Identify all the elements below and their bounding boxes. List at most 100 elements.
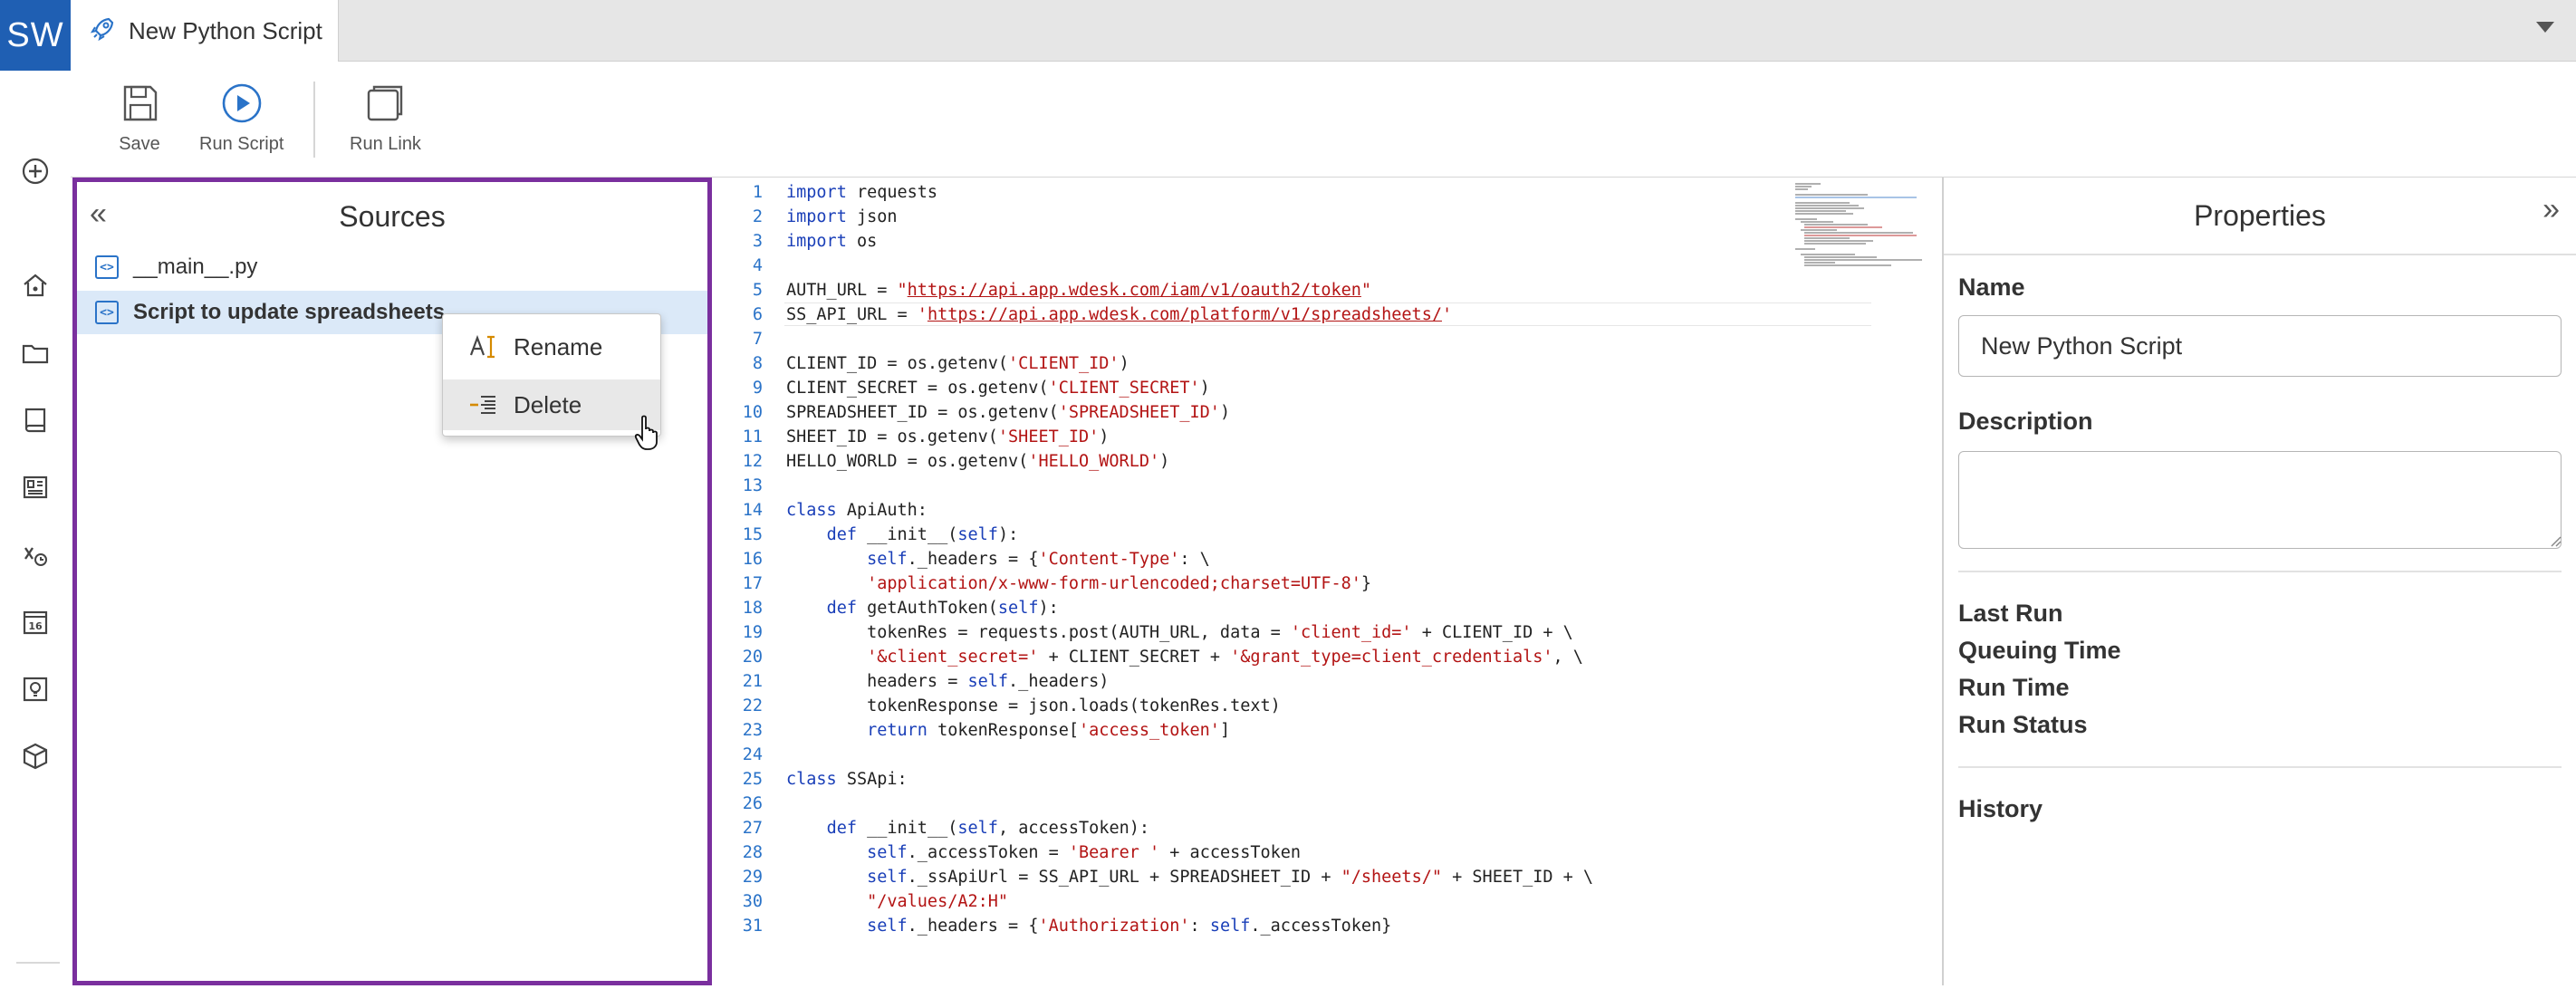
code-line: return tokenResponse['access_token']	[867, 721, 1231, 740]
calendar-icon[interactable]: 16	[20, 607, 51, 638]
code-line: def __init__(self, accessToken):	[826, 819, 1150, 838]
line-number: 5	[752, 281, 763, 300]
code-file-icon: <>	[95, 255, 119, 279]
line-number: 15	[742, 525, 763, 544]
hand-cursor-icon	[634, 415, 658, 450]
lightbulb-icon[interactable]	[20, 674, 51, 705]
line-number: 3	[752, 232, 763, 251]
line-number: 26	[742, 794, 763, 813]
cube-icon[interactable]	[20, 741, 51, 772]
divider	[1958, 571, 2562, 572]
line-number: 16	[742, 550, 763, 569]
code-line: def getAuthToken(self):	[826, 599, 1059, 618]
line-number: 17	[742, 574, 763, 593]
tab-overflow-chevron-icon[interactable]	[2536, 22, 2554, 33]
code-line: self._headers = {'Authorization': self._…	[867, 917, 1392, 936]
line-number: 18	[742, 599, 763, 618]
formula-icon[interactable]	[20, 539, 51, 570]
line-number-gutter: 1 2 3 4 5 6 7 8 9 10 11 12 13 14 15 16 17 18 19 20 21 22 23 24 2…	[712, 178, 784, 985]
code-line: AUTH_URL = "https://api.app.wdesk.com/ia…	[786, 281, 1372, 300]
properties-panel: Properties » Name Description Last Run Q…	[1944, 178, 2576, 985]
add-icon[interactable]	[20, 156, 51, 187]
run-link-label: Run Link	[350, 134, 421, 154]
description-field[interactable]	[1958, 451, 2562, 549]
context-menu: Rename Delete	[442, 313, 661, 437]
code-line: def __init__(self):	[826, 525, 1019, 544]
line-number: 20	[742, 648, 763, 667]
toolbar: Save Run Script Run Link	[71, 62, 2576, 178]
code-line: CLIENT_SECRET = os.getenv('CLIENT_SECRET…	[786, 379, 1210, 398]
play-icon	[222, 83, 261, 123]
code-line: class ApiAuth:	[786, 501, 928, 520]
code-line: import requests	[786, 183, 938, 202]
svg-text:16: 16	[28, 620, 43, 632]
line-number: 31	[742, 917, 763, 936]
app-logo[interactable]: SW	[0, 0, 71, 71]
code-editor[interactable]: 1 2 3 4 5 6 7 8 9 10 11 12 13 14 15 16 17 18 19 20 21 22 23 24 2…	[712, 178, 1944, 985]
sources-title: Sources	[339, 200, 446, 233]
code-line: tokenRes = requests.post(AUTH_URL, data …	[786, 623, 1573, 642]
code-line: CLIENT_ID = os.getenv('CLIENT_ID')	[786, 354, 1129, 373]
name-field[interactable]	[1958, 315, 2562, 377]
line-number: 30	[742, 892, 763, 911]
description-label: Description	[1958, 408, 2093, 435]
line-number: 1	[752, 183, 763, 202]
code-line: self._accessToken = 'Bearer ' + accessTo…	[867, 843, 1302, 862]
line-number: 23	[742, 721, 763, 740]
run-time-label: Run Time	[1958, 674, 2070, 701]
line-number: 13	[742, 476, 763, 495]
tab-title: New Python Script	[129, 16, 322, 44]
queuing-time-label: Queuing Time	[1958, 637, 2121, 664]
dashboard-icon[interactable]	[20, 472, 51, 503]
code-line: import os	[786, 232, 878, 251]
line-number: 12	[742, 452, 763, 471]
line-number: 24	[742, 745, 763, 764]
collapse-right-icon[interactable]: »	[2542, 194, 2560, 225]
run-link-button[interactable]: Run Link	[350, 82, 421, 155]
home-icon[interactable]	[20, 270, 51, 301]
line-number: 28	[742, 843, 763, 862]
code-line: self._ssApiUrl = SS_API_URL + SPREADSHEE…	[867, 868, 1594, 887]
code-line: tokenResponse = json.loads(tokenRes.text…	[786, 696, 1281, 715]
menu-item-label: Delete	[514, 390, 582, 418]
toolbar-divider	[313, 82, 315, 158]
resize-grip-icon[interactable]	[2547, 533, 2562, 547]
source-item-main[interactable]: <> __main__.py	[77, 245, 707, 289]
run-script-button[interactable]: Run Script	[199, 82, 284, 155]
save-icon	[123, 85, 158, 121]
code-line: SHEET_ID = os.getenv('SHEET_ID')	[786, 427, 1110, 446]
run-link-icon	[368, 85, 403, 121]
last-run-label: Last Run	[1958, 600, 2063, 627]
menu-item-delete[interactable]: Delete	[443, 379, 660, 430]
line-number: 6	[752, 305, 763, 324]
save-button[interactable]: Save	[118, 82, 161, 155]
line-number: 4	[752, 256, 763, 275]
code-line: class SSApi:	[786, 770, 908, 789]
line-number: 29	[742, 868, 763, 887]
line-number: 8	[752, 354, 763, 373]
run-status-label: Run Status	[1958, 711, 2088, 738]
folder-icon[interactable]	[20, 338, 51, 369]
save-label: Save	[119, 134, 160, 154]
code-file-icon: <>	[95, 301, 119, 324]
code-line: import json	[786, 207, 898, 226]
sources-panel: « Sources <> __main__.py <> Script to up…	[72, 178, 712, 985]
line-number: 11	[742, 427, 763, 446]
code-line: "/values/A2:H"	[867, 892, 1009, 911]
code-line: 'application/x-www-form-urlencoded;chars…	[867, 574, 1372, 593]
book-icon[interactable]	[20, 405, 51, 436]
line-number: 19	[742, 623, 763, 642]
line-number: 2	[752, 207, 763, 226]
rail-divider	[16, 962, 60, 964]
line-number: 14	[742, 501, 763, 520]
menu-item-rename[interactable]: Rename	[443, 322, 660, 372]
tab-bar: New Python Script	[71, 0, 2576, 62]
history-label: History	[1958, 795, 2043, 822]
code-minimap[interactable]	[1795, 183, 1922, 310]
code-line: headers = self._headers)	[786, 672, 1110, 691]
tab-new-python-script[interactable]: New Python Script	[71, 0, 339, 62]
line-number: 22	[742, 696, 763, 715]
line-number: 21	[742, 672, 763, 691]
line-number: 10	[742, 403, 763, 422]
menu-item-label: Rename	[514, 332, 603, 360]
